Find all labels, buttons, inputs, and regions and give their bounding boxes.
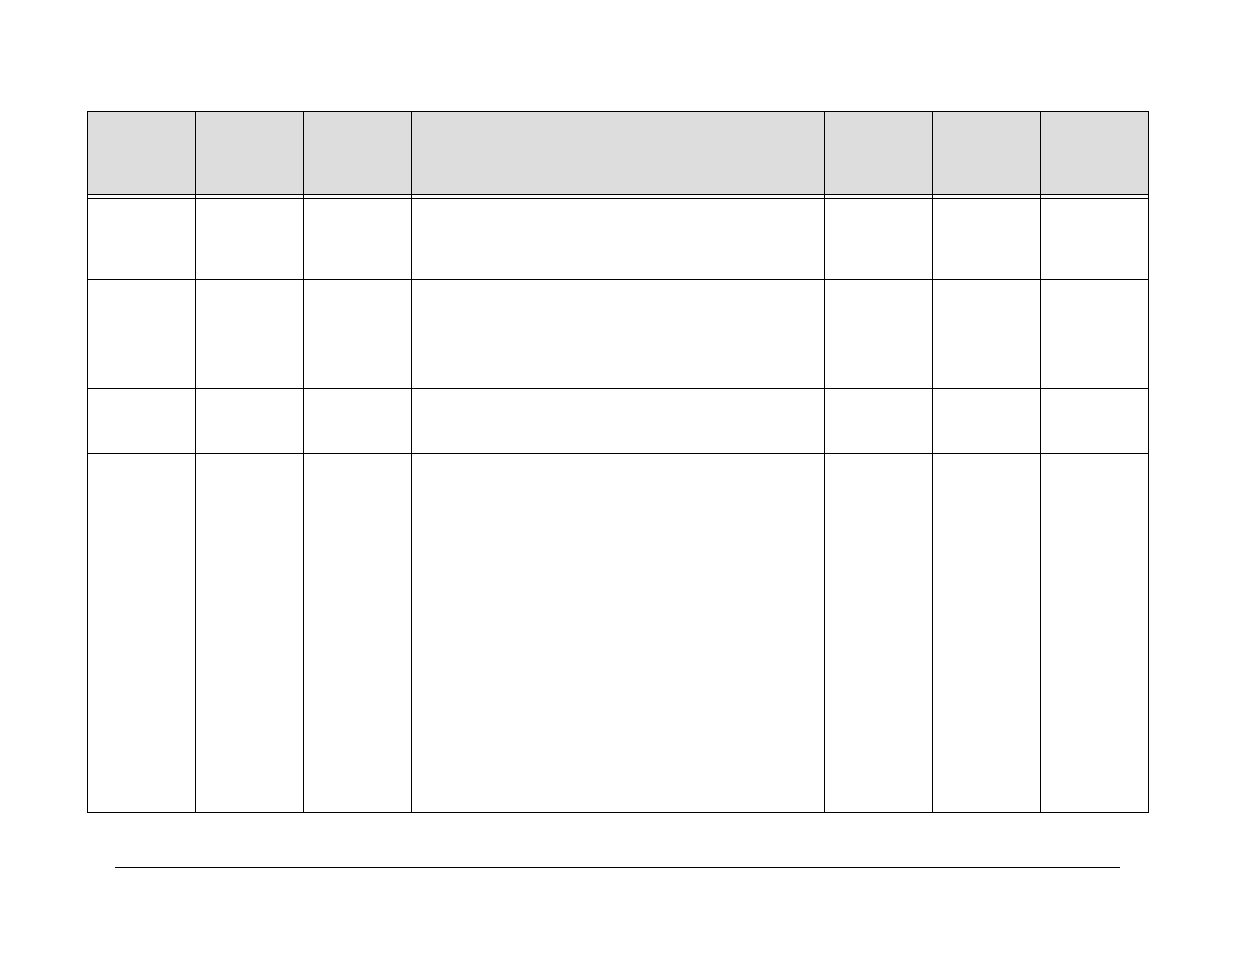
table-cell — [303, 199, 411, 280]
table-row — [88, 199, 1149, 280]
table-header-cell — [825, 112, 933, 195]
table-header-row — [88, 112, 1149, 195]
table-header-cell — [195, 112, 303, 195]
data-table — [87, 111, 1149, 813]
table-cell — [1041, 389, 1149, 454]
table-cell — [195, 280, 303, 389]
table-cell — [411, 199, 825, 280]
table-row — [88, 389, 1149, 454]
table-cell — [411, 454, 825, 813]
table-cell — [303, 280, 411, 389]
table-cell — [195, 389, 303, 454]
table-cell — [303, 454, 411, 813]
table-cell — [933, 199, 1041, 280]
table-header-cell — [411, 112, 825, 195]
table-header-cell — [303, 112, 411, 195]
document-page — [0, 0, 1235, 954]
table-cell — [88, 389, 196, 454]
table-cell — [303, 389, 411, 454]
table-cell — [933, 389, 1041, 454]
table-cell — [825, 199, 933, 280]
footer-divider — [115, 867, 1120, 868]
table-row — [88, 280, 1149, 389]
table-header-cell — [1041, 112, 1149, 195]
table-cell — [933, 280, 1041, 389]
table-cell — [825, 454, 933, 813]
table-row — [88, 454, 1149, 813]
table-cell — [88, 199, 196, 280]
table-header-cell — [933, 112, 1041, 195]
table-cell — [411, 389, 825, 454]
table-cell — [933, 454, 1041, 813]
table-header-cell — [88, 112, 196, 195]
table-cell — [195, 199, 303, 280]
table-cell — [825, 280, 933, 389]
table-cell — [195, 454, 303, 813]
table-cell — [1041, 199, 1149, 280]
table-cell — [1041, 454, 1149, 813]
table-cell — [1041, 280, 1149, 389]
table-cell — [88, 454, 196, 813]
table-cell — [825, 389, 933, 454]
table-cell — [88, 280, 196, 389]
table-cell — [411, 280, 825, 389]
